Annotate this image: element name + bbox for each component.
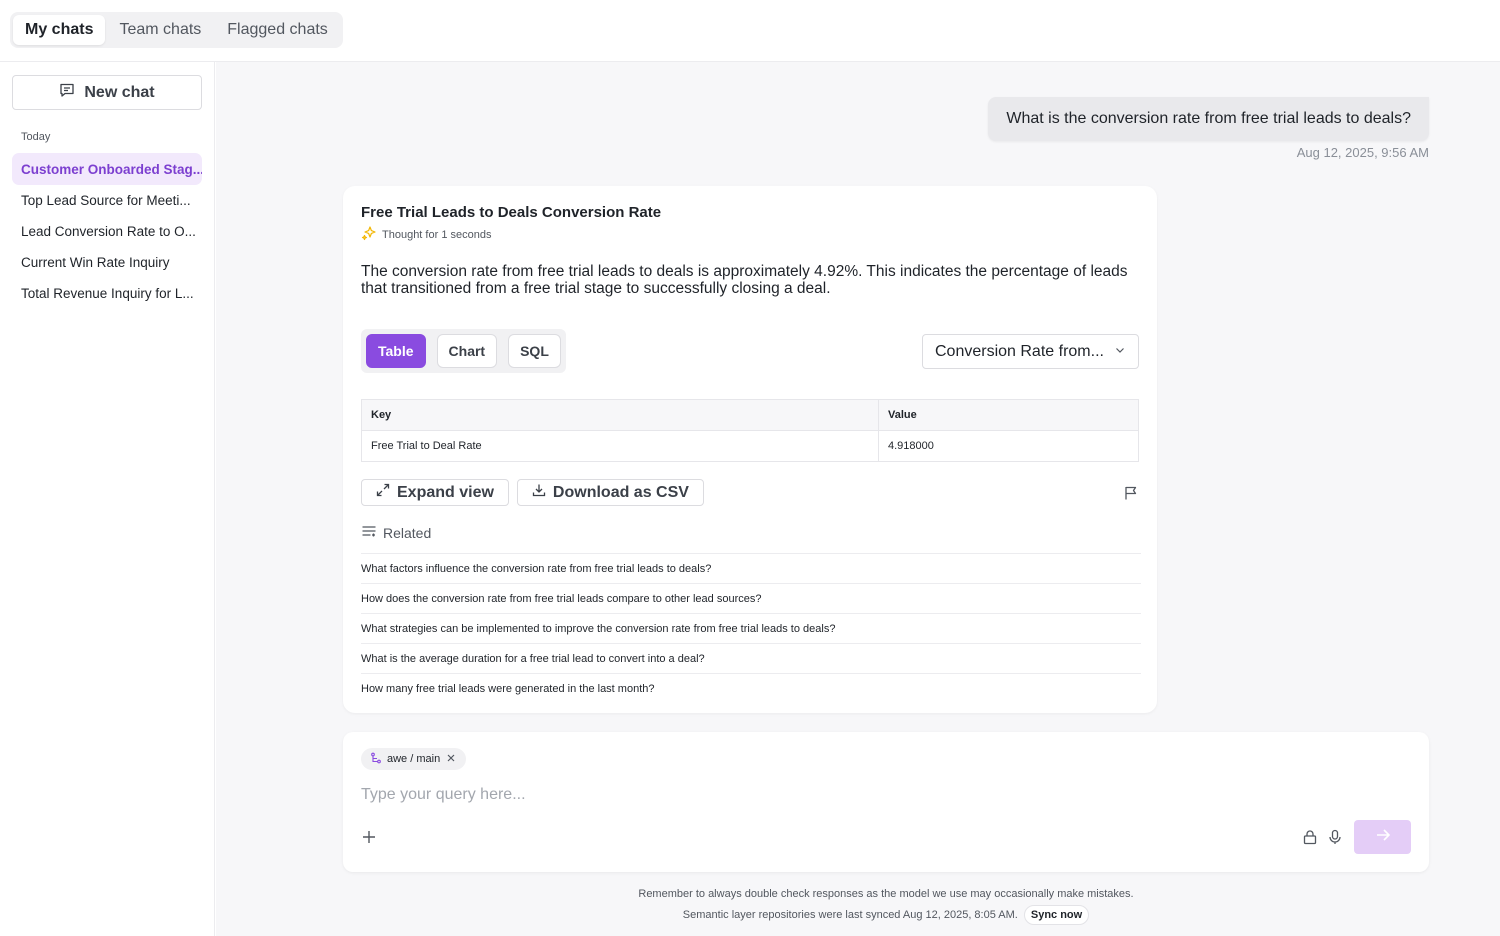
repo-chip[interactable]: awe / main [361, 748, 467, 770]
sync-now-button[interactable]: Sync now [1023, 905, 1090, 925]
microphone-icon[interactable] [1327, 829, 1343, 850]
query-composer: awe / main [343, 732, 1429, 872]
related-question[interactable]: What strategies can be implemented to im… [361, 614, 1141, 644]
table-row: Free Trial to Deal Rate 4.918000 [361, 430, 1139, 462]
download-csv-label: Download as CSV [552, 483, 689, 501]
assistant-answer-card: Free Trial Leads to Deals Conversion Rat… [343, 186, 1157, 713]
table-cell-key: Free Trial to Deal Rate [361, 430, 879, 462]
sync-status: Semantic layer repositories were last sy… [343, 905, 1429, 925]
new-chat-button[interactable]: New chat [12, 75, 202, 110]
related-question[interactable]: What factors influence the conversion ra… [361, 554, 1141, 584]
download-csv-button[interactable]: Download as CSV [516, 479, 704, 506]
related-questions: What factors influence the conversion ra… [361, 553, 1141, 704]
expand-view-button[interactable]: Expand view [361, 479, 509, 506]
chat-tabs: My chats Team chats Flagged chats [10, 12, 343, 48]
repo-chip-label: awe / main [387, 753, 441, 765]
table-header-row: Key Value [361, 399, 1139, 431]
sidebar: New chat Today Customer Onboarded Stag..… [0, 62, 215, 936]
answer-body: The conversion rate from free trial lead… [361, 263, 1128, 297]
user-message-text: What is the conversion rate from free tr… [1006, 110, 1411, 127]
chat-main: What is the conversion rate from free tr… [216, 62, 1500, 936]
sidebar-item-top-lead-source[interactable]: Top Lead Source for Meeti... [12, 184, 202, 216]
chat-history-list: Customer Onboarded Stag... Top Lead Sour… [12, 153, 202, 308]
thought-indicator: Thought for 1 seconds [361, 225, 491, 244]
tab-team-chats[interactable]: Team chats [107, 15, 213, 45]
download-icon [532, 483, 546, 502]
thought-label: Thought for 1 seconds [382, 228, 492, 241]
view-switcher: Table Chart SQL [361, 329, 566, 373]
disclaimer-text: Remember to always double check response… [638, 888, 1134, 900]
column-header-key: Key [361, 399, 879, 431]
view-tab-table[interactable]: Table [366, 334, 426, 368]
related-question[interactable]: What is the average duration for a free … [361, 644, 1141, 674]
column-header-value: Value [878, 399, 1139, 431]
related-question[interactable]: How does the conversion rate from free t… [361, 584, 1141, 614]
tab-my-chats[interactable]: My chats [13, 15, 106, 45]
related-question[interactable]: How many free trial leads were generated… [361, 674, 1141, 704]
sidebar-item-win-rate[interactable]: Current Win Rate Inquiry [12, 246, 202, 278]
chevron-down-icon [1114, 343, 1126, 361]
related-label: Related [383, 524, 432, 541]
expand-icon [376, 483, 390, 502]
related-header: Related [361, 523, 431, 542]
sidebar-item-total-revenue[interactable]: Total Revenue Inquiry for L... [12, 277, 202, 309]
view-tab-chart[interactable]: Chart [436, 334, 498, 368]
expand-view-label: Expand view [397, 483, 494, 501]
answer-title: Free Trial Leads to Deals Conversion Rat… [361, 204, 662, 221]
sidebar-item-customer-onboarded[interactable]: Customer Onboarded Stag... [12, 153, 202, 185]
branch-icon [370, 752, 382, 767]
related-list-icon [361, 523, 377, 542]
arrow-right-icon [1375, 827, 1391, 848]
chat-icon [59, 82, 75, 103]
sidebar-section-today: Today [21, 131, 51, 143]
dataset-select-value: Conversion Rate from... [935, 342, 1104, 360]
view-tab-sql[interactable]: SQL [508, 334, 561, 368]
sync-status-text: Semantic layer repositories were last sy… [682, 909, 1018, 921]
sparkle-icon [361, 225, 377, 244]
user-message: What is the conversion rate from free tr… [988, 97, 1429, 141]
lock-icon[interactable] [1302, 829, 1318, 850]
new-chat-label: New chat [84, 83, 155, 101]
query-input[interactable] [361, 783, 1401, 807]
answer-actions: Expand view Download as CSV [361, 479, 704, 506]
sidebar-item-lead-conversion[interactable]: Lead Conversion Rate to O... [12, 215, 202, 247]
close-icon[interactable] [445, 752, 457, 767]
result-table: Key Value Free Trial to Deal Rate 4.9180… [361, 399, 1139, 462]
send-button[interactable] [1354, 820, 1411, 854]
flag-icon[interactable] [1123, 485, 1139, 506]
tab-flagged-chats[interactable]: Flagged chats [215, 15, 340, 45]
plus-icon[interactable] [361, 829, 377, 850]
top-bar: My chats Team chats Flagged chats [0, 0, 1500, 62]
dataset-select[interactable]: Conversion Rate from... [922, 334, 1139, 369]
user-message-timestamp: Aug 12, 2025, 9:56 AM [1296, 145, 1429, 160]
table-cell-value: 4.918000 [888, 440, 934, 452]
